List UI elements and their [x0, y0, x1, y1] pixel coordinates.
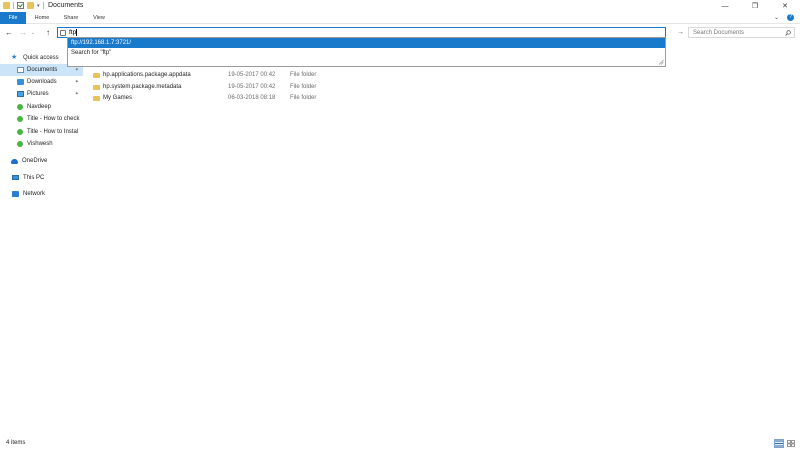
- sidebar-item-downloads[interactable]: Downloads ✦: [0, 76, 83, 88]
- file-date-modified: 06-03-2018 08:18: [228, 95, 276, 101]
- file-date-modified: 19-05-2017 00:42: [228, 72, 276, 78]
- sidebar-item-title-how-to-check[interactable]: Title - How to check: [0, 113, 83, 125]
- network-icon: [12, 191, 19, 197]
- sidebar-item-title-how-to-install[interactable]: Title - How to Instal: [0, 126, 83, 138]
- large-icons-view-button[interactable]: [786, 439, 796, 448]
- search-input[interactable]: Search Documents: [693, 30, 744, 36]
- folder-icon: [93, 85, 100, 90]
- file-row[interactable]: hp.system.package.metadata 19-05-2017 00…: [90, 82, 390, 93]
- search-box[interactable]: Search Documents: [688, 27, 795, 38]
- sidebar-item-label: Downloads: [27, 79, 57, 85]
- window-title: Documents: [48, 2, 84, 9]
- help-icon[interactable]: ?: [787, 14, 794, 21]
- properties-icon[interactable]: [17, 2, 24, 9]
- sidebar-item-navdeep[interactable]: Navdeep: [0, 101, 83, 113]
- sidebar-item-label: Documents: [27, 67, 58, 73]
- resize-grip-icon[interactable]: [658, 59, 664, 65]
- folder-icon: [93, 96, 100, 101]
- folder-icon: [17, 116, 23, 122]
- details-view-icon: [775, 440, 783, 447]
- folder-icon: [17, 141, 23, 147]
- search-for-option[interactable]: Search for "ftp": [68, 48, 665, 58]
- sidebar-item-label: Title - How to check: [27, 116, 80, 122]
- ribbon-right-controls: ⌄ ?: [774, 14, 794, 21]
- view-switcher: [774, 439, 796, 448]
- window-controls: — ❐ ✕: [710, 0, 800, 12]
- sidebar-item-label: Network: [23, 191, 46, 197]
- star-icon: ★: [11, 54, 18, 61]
- back-arrow-icon[interactable]: ←: [4, 27, 14, 39]
- file-row[interactable]: My Games 06-03-2018 08:18 File folder: [90, 93, 390, 104]
- close-button[interactable]: ✕: [770, 0, 800, 12]
- large-icons-view-icon: [787, 440, 795, 447]
- toolbar-divider: [42, 2, 44, 9]
- autocomplete-suggestion[interactable]: ftp://192.168.1.7:3721/: [68, 38, 665, 48]
- pin-icon[interactable]: ✦: [75, 76, 79, 88]
- toolbar-divider: [13, 2, 14, 9]
- go-arrow-icon[interactable]: →: [676, 28, 685, 38]
- maximize-button[interactable]: ❐: [740, 0, 770, 12]
- file-row[interactable]: hp.applications.package.appdata 19-05-20…: [90, 70, 390, 81]
- text-caret: [76, 29, 78, 36]
- status-bar: 4 items: [0, 438, 800, 450]
- customize-toolbar-icon[interactable]: ▾: [37, 3, 40, 9]
- title-bar: ▾ Documents — ❐ ✕: [0, 0, 800, 12]
- tab-share[interactable]: Share: [60, 12, 82, 24]
- sidebar-item-label: Title - How to Instal: [27, 129, 79, 135]
- address-value: ftp: [69, 29, 77, 37]
- location-icon: [60, 30, 66, 36]
- sidebar-item-label: OneDrive: [22, 158, 48, 164]
- file-type: File folder: [290, 84, 317, 90]
- documents-icon: [17, 67, 24, 73]
- sidebar-item-this-pc[interactable]: This PC: [0, 172, 83, 184]
- folder-icon: [3, 2, 10, 9]
- pin-icon[interactable]: ✦: [75, 88, 79, 100]
- this-pc-icon: [12, 175, 19, 180]
- sidebar-item-label: Pictures: [27, 91, 49, 97]
- details-view-button[interactable]: [774, 439, 784, 448]
- file-name: hp.system.package.metadata: [103, 84, 182, 90]
- file-name: My Games: [103, 95, 133, 101]
- forward-arrow-icon[interactable]: →: [18, 27, 28, 39]
- file-type: File folder: [290, 72, 317, 78]
- folder-icon: [17, 129, 23, 135]
- sidebar-item-pictures[interactable]: Pictures ✦: [0, 88, 83, 100]
- tab-file[interactable]: File: [0, 12, 26, 24]
- sidebar-item-network[interactable]: Network: [0, 188, 83, 200]
- item-count: 4 items: [6, 440, 26, 446]
- folder-icon: [17, 104, 23, 110]
- sidebar-item-vishwesh[interactable]: Vishwesh: [0, 138, 83, 150]
- address-input[interactable]: ftp: [69, 29, 78, 37]
- sidebar-item-label: Vishwesh: [27, 141, 53, 147]
- new-folder-icon[interactable]: [27, 2, 34, 9]
- downloads-icon: [17, 79, 24, 85]
- expand-ribbon-icon[interactable]: ⌄: [774, 14, 779, 21]
- sidebar-item-label: Navdeep: [27, 104, 52, 110]
- up-arrow-icon[interactable]: ↑: [43, 27, 53, 39]
- tab-home[interactable]: Home: [32, 12, 52, 24]
- file-name: hp.applications.package.appdata: [103, 72, 191, 78]
- tab-view[interactable]: View: [89, 12, 109, 24]
- onedrive-icon: [11, 159, 18, 164]
- recent-locations-icon[interactable]: ⌄: [30, 27, 36, 39]
- file-date-modified: 19-05-2017 00:42: [228, 84, 276, 90]
- navigation-pane: ★ Quick access Documents ✦ Downloads ✦ P…: [0, 48, 83, 433]
- file-type: File folder: [290, 95, 317, 101]
- folder-icon: [93, 73, 100, 78]
- pictures-icon: [17, 91, 24, 97]
- quick-access-toolbar: ▾: [3, 2, 44, 9]
- sidebar-item-label: Quick access: [23, 55, 59, 61]
- autocomplete-dropdown: ftp://192.168.1.7:3721/ Search for "ftp": [67, 37, 666, 67]
- ribbon: File Home Share View ⌄ ?: [0, 12, 800, 24]
- sidebar-item-label: This PC: [23, 175, 45, 181]
- minimize-button[interactable]: —: [710, 0, 740, 12]
- search-icon[interactable]: [785, 30, 791, 36]
- sidebar-item-onedrive[interactable]: OneDrive: [0, 155, 83, 167]
